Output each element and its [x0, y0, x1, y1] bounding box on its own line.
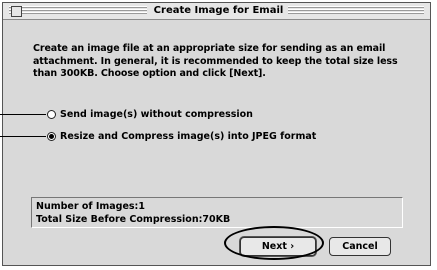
- title-bar[interactable]: Create Image for Email: [3, 3, 430, 20]
- option-label[interactable]: Send image(s) without compression: [60, 108, 253, 122]
- title-bar-stripes-right: [288, 6, 424, 15]
- cancel-button[interactable]: Cancel: [329, 237, 391, 256]
- pointer-line-option-2: [0, 136, 46, 137]
- option-label[interactable]: Resize and Compress image(s) into JPEG f…: [60, 130, 316, 144]
- description-line-1: Create an image file at an appropriate s…: [33, 43, 386, 54]
- dialog-title: Create Image for Email: [153, 5, 284, 16]
- radio-selected-icon[interactable]: [47, 132, 56, 141]
- title-bar-stripes-left: [9, 6, 147, 15]
- radio-unselected-icon[interactable]: [47, 110, 56, 119]
- description-line-2: attachment. In general, it is recommende…: [33, 55, 398, 67]
- next-button[interactable]: Next ›: [240, 237, 316, 256]
- description-text: Create an image file at an appropriate s…: [33, 43, 423, 81]
- description-line-3: than 300KB. Choose option and click [Nex…: [33, 68, 266, 79]
- pointer-line-option-1: [0, 114, 46, 115]
- close-box-icon[interactable]: [11, 6, 22, 17]
- image-info-box: Number of Images:1 Total Size Before Com…: [31, 197, 403, 228]
- create-image-dialog: Create Image for Email Create an image f…: [2, 2, 431, 266]
- total-size: Total Size Before Compression:70KB: [36, 214, 231, 225]
- image-count: Number of Images:1: [36, 201, 145, 212]
